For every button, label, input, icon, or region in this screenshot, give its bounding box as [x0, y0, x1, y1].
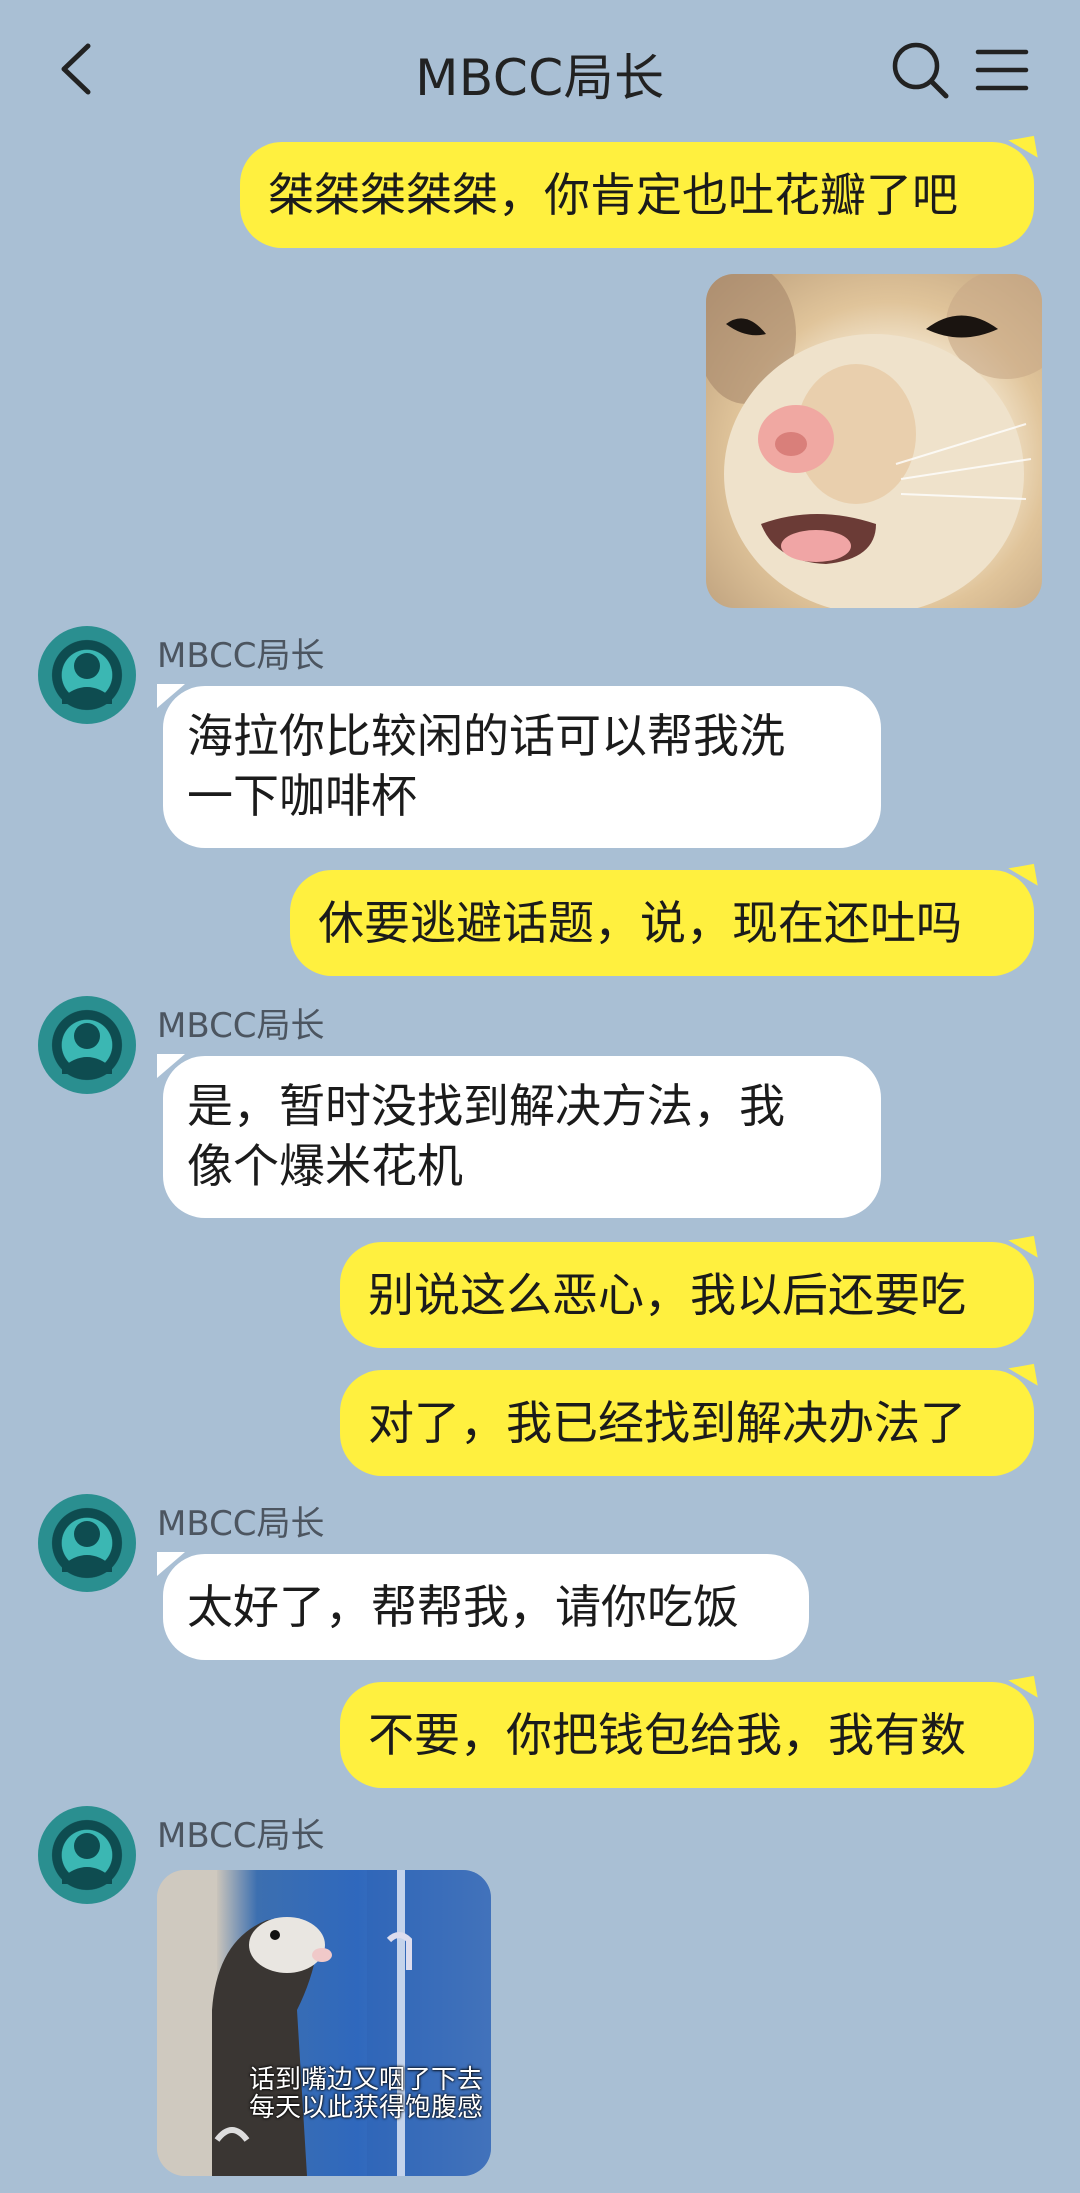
message-text: 太好了，帮帮我，请你吃饭 [187, 1580, 739, 1634]
message-text: 别说这么恶心，我以后还要吃 [368, 1268, 966, 1322]
message-text-line: 是，暂时没找到解决方法，我 [187, 1079, 785, 1133]
chat-header: MBCC局长 [0, 0, 1080, 140]
possum-meme-image[interactable]: 话到嘴边又咽了下去 每天以此获得饱腹感 [157, 1870, 491, 2176]
image-caption: 话到嘴边又咽了下去 每天以此获得饱腹感 [249, 2066, 483, 2122]
sender-name: MBCC局长 [157, 1504, 325, 1544]
search-icon[interactable] [888, 38, 952, 102]
message-text: 不要，你把钱包给我，我有数 [368, 1708, 966, 1762]
contact-avatar[interactable] [38, 996, 136, 1094]
message-text-line: 像个爆米花机 [187, 1139, 463, 1193]
message-bubble-incoming[interactable]: 海拉你比较闲的话可以帮我洗 一下咖啡杯 [157, 684, 881, 848]
message-text: 对了，我已经找到解决办法了 [368, 1396, 966, 1450]
contact-avatar[interactable] [38, 626, 136, 724]
message-bubble-outgoing[interactable]: 不要，你把钱包给我，我有数 [340, 1682, 1034, 1788]
sender-name: MBCC局长 [157, 636, 325, 676]
menu-icon[interactable] [972, 42, 1032, 98]
message-bubble-outgoing[interactable]: 休要逃避话题，说，现在还吐吗 [290, 870, 1034, 976]
cat-face-sticker-image[interactable] [706, 274, 1042, 608]
message-bubble-outgoing[interactable]: 对了，我已经找到解决办法了 [340, 1370, 1034, 1476]
message-text-line: 海拉你比较闲的话可以帮我洗 [187, 709, 785, 763]
message-text: 休要逃避话题，说，现在还吐吗 [318, 896, 962, 950]
caption-line: 每天以此获得饱腹感 [248, 2093, 483, 2123]
contact-avatar[interactable] [38, 1494, 136, 1592]
message-bubble-outgoing[interactable]: 桀桀桀桀桀，你肯定也吐花瓣了吧 [240, 142, 1034, 248]
contact-avatar[interactable] [38, 1806, 136, 1904]
sender-name: MBCC局长 [157, 1816, 325, 1856]
sender-name: MBCC局长 [157, 1006, 325, 1046]
message-text-line: 一下咖啡杯 [187, 769, 417, 823]
message-bubble-incoming[interactable]: 太好了，帮帮我，请你吃饭 [157, 1552, 809, 1660]
message-bubble-outgoing[interactable]: 别说这么恶心，我以后还要吃 [340, 1242, 1034, 1348]
message-bubble-incoming[interactable]: 是，暂时没找到解决方法，我 像个爆米花机 [157, 1054, 881, 1218]
message-text: 桀桀桀桀桀，你肯定也吐花瓣了吧 [268, 168, 958, 222]
caption-line: 话到嘴边又咽了下去 [248, 2065, 483, 2095]
